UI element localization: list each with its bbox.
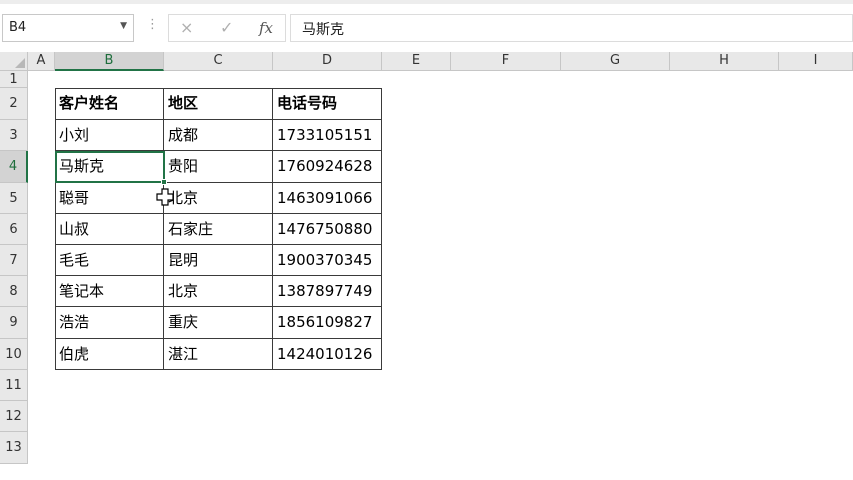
cell-d7[interactable]: 1900370345 [273,245,382,276]
cell-b4[interactable]: 马斯克 [55,151,164,183]
row-header-7[interactable]: 7 [0,245,28,276]
formula-value: 马斯克 [302,22,344,38]
cell-b9[interactable]: 浩浩 [55,307,164,339]
cell-b6[interactable]: 山叔 [55,214,164,245]
name-box[interactable]: B4 ▼ [2,14,134,42]
cancel-icon[interactable]: × [180,18,193,37]
row-header-5[interactable]: 5 [0,183,28,214]
cell-b8[interactable]: 笔记本 [55,276,164,307]
formula-input[interactable]: 马斯克 [290,14,853,42]
table-header-c[interactable]: 地区 [164,88,273,120]
row-header-4[interactable]: 4 [0,151,28,183]
cell-b3[interactable]: 小刘 [55,120,164,151]
cell-c6[interactable]: 石家庄 [164,214,273,245]
select-all-icon [15,58,25,68]
table-header-b[interactable]: 客户姓名 [55,88,164,120]
cell-d10[interactable]: 1424010126 [273,339,382,370]
fill-handle[interactable] [161,179,167,185]
row-header-1[interactable]: 1 [0,71,28,88]
cell-d5[interactable]: 1463091066 [273,183,382,214]
row-header-11[interactable]: 11 [0,370,28,401]
cell-b7[interactable]: 毛毛 [55,245,164,276]
cell-c10[interactable]: 湛江 [164,339,273,370]
column-header-e[interactable]: E [382,52,451,71]
column-header-f[interactable]: F [451,52,561,71]
row-header-12[interactable]: 12 [0,401,28,432]
row-header-2[interactable]: 2 [0,88,28,120]
cell-b5[interactable]: 聪哥 [55,183,164,214]
row-header-9[interactable]: 9 [0,307,28,339]
cell-d6[interactable]: 1476750880 [273,214,382,245]
formula-bar-grip-icon[interactable]: ⋮ [146,17,159,32]
row-header-13[interactable]: 13 [0,432,28,464]
formula-bar: B4 ▼ ⋮ × ✓ fx 马斯克 [0,0,853,52]
cell-d3[interactable]: 1733105151 [273,120,382,151]
cell-d4[interactable]: 1760924628 [273,151,382,183]
table-header-d[interactable]: 电话号码 [273,88,382,120]
select-all-button[interactable] [0,52,28,71]
column-header-g[interactable]: G [561,52,670,71]
column-header-h[interactable]: H [670,52,779,71]
column-header-a[interactable]: A [28,52,55,71]
row-header-10[interactable]: 10 [0,339,28,370]
cell-c4[interactable]: 贵阳 [164,151,273,183]
formula-buttons: × ✓ fx [168,14,286,42]
row-header-6[interactable]: 6 [0,214,28,245]
cell-c3[interactable]: 成都 [164,120,273,151]
column-header-d[interactable]: D [273,52,382,71]
cell-d8[interactable]: 1387897749 [273,276,382,307]
cursor-cross-icon [156,188,174,206]
name-box-dropdown-icon[interactable]: ▼ [120,21,127,31]
cell-d9[interactable]: 1856109827 [273,307,382,339]
column-header-b[interactable]: B [55,52,164,71]
cell-c9[interactable]: 重庆 [164,307,273,339]
enter-icon[interactable]: ✓ [220,18,233,37]
row-header-3[interactable]: 3 [0,120,28,151]
cell-c5[interactable]: 北京 [164,183,273,214]
name-box-value: B4 [9,20,27,35]
ribbon-edge [0,0,853,4]
insert-function-icon[interactable]: fx [259,19,273,37]
column-header-c[interactable]: C [164,52,273,71]
row-header-8[interactable]: 8 [0,276,28,307]
cell-c8[interactable]: 北京 [164,276,273,307]
column-header-i[interactable]: I [779,52,853,71]
cell-c7[interactable]: 昆明 [164,245,273,276]
cell-b10[interactable]: 伯虎 [55,339,164,370]
